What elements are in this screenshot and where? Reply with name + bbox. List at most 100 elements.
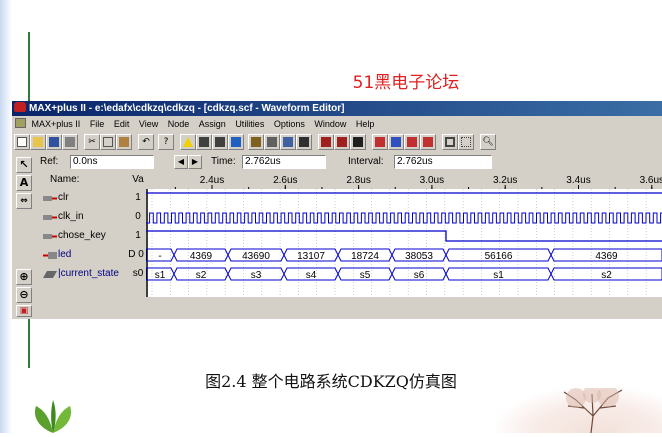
wave-clk-in bbox=[146, 212, 662, 224]
input-pin-icon bbox=[43, 196, 57, 201]
signal-name-led[interactable]: led bbox=[43, 248, 72, 262]
ruler-label: 3.2us bbox=[493, 175, 517, 186]
bus-led-value: - bbox=[158, 251, 161, 262]
zoom-icon[interactable]: 🔍︎ bbox=[480, 134, 496, 150]
menu-assign[interactable]: Assign bbox=[199, 116, 226, 132]
signal-label: led bbox=[58, 249, 72, 260]
time-ruler: 2.4us 2.6us 2.8us 3.0us 3.2us 3.4us 3.6us bbox=[146, 173, 662, 189]
doc-menu-icon[interactable] bbox=[15, 118, 26, 128]
menu-help[interactable]: Help bbox=[356, 116, 375, 132]
value-current-state: s0 bbox=[132, 268, 144, 279]
ref-field[interactable]: 0.0ns bbox=[70, 155, 154, 169]
help-pointer-icon[interactable]: ? bbox=[158, 134, 174, 150]
ruler-label: 3.0us bbox=[420, 175, 444, 186]
grid-icon[interactable] bbox=[458, 134, 474, 150]
hierarchy-down-icon[interactable] bbox=[212, 134, 228, 150]
value-clr: 1 bbox=[135, 192, 141, 203]
waveform-c-icon[interactable] bbox=[404, 134, 420, 150]
leaf-decoration-icon bbox=[34, 400, 72, 433]
waveform-area[interactable]: - 4369 43690 13107 18724 38053 56166 4369 s1 s2 s3… bbox=[146, 189, 662, 305]
signal-name-clk-in[interactable]: clk_in bbox=[43, 210, 84, 224]
output-bus-icon bbox=[43, 252, 57, 259]
waveform-d-icon[interactable] bbox=[420, 134, 436, 150]
ruler-label: 2.8us bbox=[346, 175, 370, 186]
interval-field[interactable]: 2.762us bbox=[394, 155, 492, 169]
time-fields-row: Ref: 0.0ns ◀ ▶ Time: 2.762us Interval: 2… bbox=[12, 153, 662, 171]
menu-maxplus[interactable]: MAX+plus II bbox=[32, 116, 81, 132]
selection-arrow-icon[interactable]: ↖ bbox=[16, 157, 32, 173]
signal-label: clk_in bbox=[58, 211, 84, 222]
waveform-a-icon[interactable] bbox=[372, 134, 388, 150]
warning-icon[interactable] bbox=[180, 134, 196, 150]
save-check-icon[interactable] bbox=[350, 134, 366, 150]
bus-led-value: 56166 bbox=[485, 251, 513, 262]
bus-current-state-value: s6 bbox=[414, 270, 425, 281]
menu-view[interactable]: View bbox=[139, 116, 158, 132]
signal-name-column: Name: clr clk_in chose_key led |current_… bbox=[34, 173, 144, 319]
zoom-fit-icon[interactable]: ⇔ bbox=[16, 193, 32, 209]
signal-label: |current_state bbox=[58, 268, 119, 279]
signal-name-clr[interactable]: clr bbox=[43, 191, 69, 205]
waveform-svg: - 4369 43690 13107 18724 38053 56166 4369 s1 s2 s3… bbox=[146, 189, 662, 305]
print-icon[interactable] bbox=[62, 134, 78, 150]
watermark-text: 51黑电子论坛 bbox=[352, 73, 460, 93]
waveform-b-icon[interactable] bbox=[388, 134, 404, 150]
timing-analyzer-icon[interactable] bbox=[280, 134, 296, 150]
ruler-label: 2.4us bbox=[200, 175, 224, 186]
tree-icon bbox=[563, 385, 623, 434]
left-tool-palette: ↖ A ⇔ ⊕ ⊖ ▣ bbox=[12, 153, 34, 319]
menu-options[interactable]: Options bbox=[274, 116, 305, 132]
signal-name-current-state[interactable]: |current_state bbox=[43, 267, 119, 281]
time-field[interactable]: 2.762us bbox=[242, 155, 326, 169]
time-label: Time: bbox=[211, 156, 236, 167]
text-tool-icon[interactable]: A bbox=[16, 175, 32, 191]
menu-bar: MAX+plus II File Edit View Node Assign U… bbox=[12, 116, 662, 132]
signal-label: chose_key bbox=[58, 230, 106, 241]
horizontal-scrollbar bbox=[146, 297, 662, 305]
bus-current-state-value: s1 bbox=[493, 270, 504, 281]
tile-icon[interactable] bbox=[442, 134, 458, 150]
undo-icon[interactable]: ↶ bbox=[138, 134, 154, 150]
name-header: Name: bbox=[50, 174, 80, 185]
fit-window-icon[interactable]: ▣ bbox=[16, 305, 32, 317]
bus-current-state-value: s2 bbox=[601, 270, 612, 281]
menu-node[interactable]: Node bbox=[168, 116, 190, 132]
signal-name-chose-key[interactable]: chose_key bbox=[43, 229, 106, 243]
bus-current-state-value: s3 bbox=[251, 270, 262, 281]
new-file-icon[interactable] bbox=[14, 134, 30, 150]
prev-transition-icon[interactable]: ◀ bbox=[174, 155, 188, 169]
menu-utilities[interactable]: Utilities bbox=[235, 116, 264, 132]
bus-led-value: 43690 bbox=[242, 251, 270, 262]
copy-icon[interactable] bbox=[100, 134, 116, 150]
bus-led-value: 18724 bbox=[351, 251, 379, 262]
bus-current-state-value: s4 bbox=[306, 270, 317, 281]
buried-node-icon bbox=[43, 271, 57, 278]
value-column: Va 1 0 1 D 0 s0 bbox=[128, 173, 146, 319]
open-folder-icon[interactable] bbox=[30, 134, 46, 150]
window-titlebar[interactable]: MAX+plus II - e:\edafx\cdkzq\cdkzq - [cd… bbox=[12, 101, 662, 116]
hierarchy-icon[interactable] bbox=[196, 134, 212, 150]
compiler-icon[interactable] bbox=[248, 134, 264, 150]
floorplan-icon[interactable] bbox=[228, 134, 244, 150]
zoom-in-icon[interactable]: ⊕ bbox=[16, 269, 32, 285]
paste-icon[interactable] bbox=[116, 134, 132, 150]
menu-file[interactable]: File bbox=[90, 116, 105, 132]
toolbar: ✂ ↶ ? 🔍︎ bbox=[12, 132, 662, 152]
bus-current-state-value: s1 bbox=[155, 270, 166, 281]
save-simulate-icon[interactable] bbox=[334, 134, 350, 150]
next-transition-icon[interactable]: ▶ bbox=[188, 155, 202, 169]
bus-led-value: 13107 bbox=[297, 251, 325, 262]
simulator-icon[interactable] bbox=[264, 134, 280, 150]
value-chose-key: 1 bbox=[135, 230, 141, 241]
save-compile-icon[interactable] bbox=[318, 134, 334, 150]
menu-window[interactable]: Window bbox=[314, 116, 346, 132]
programmer-icon[interactable] bbox=[296, 134, 312, 150]
save-icon[interactable] bbox=[46, 134, 62, 150]
wave-chose-key bbox=[146, 230, 662, 242]
bus-led-value: 38053 bbox=[405, 251, 433, 262]
cut-icon[interactable]: ✂ bbox=[84, 134, 100, 150]
bus-led-value: 4369 bbox=[190, 251, 213, 262]
menu-edit[interactable]: Edit bbox=[114, 116, 130, 132]
zoom-out-icon[interactable]: ⊖ bbox=[16, 287, 32, 303]
window-title: MAX+plus II - e:\edafx\cdkzq\cdkzq - [cd… bbox=[29, 103, 345, 114]
